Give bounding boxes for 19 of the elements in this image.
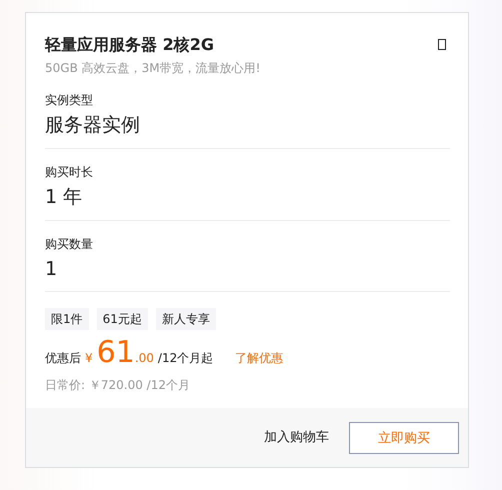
- field-label: 购买时长: [45, 164, 94, 181]
- regular-price: 日常价: ￥720.00 /12个月: [45, 377, 191, 394]
- promo-tag: 限1件: [45, 308, 89, 330]
- field-label: 购买数量: [45, 236, 94, 253]
- price-decimal: .00: [134, 350, 154, 368]
- square-icon[interactable]: [438, 39, 446, 50]
- field-label: 实例类型: [45, 92, 94, 110]
- field-value[interactable]: 1: [45, 256, 450, 282]
- product-title: 轻量应用服务器 2核2G: [45, 35, 214, 54]
- price-integer: 61: [96, 338, 135, 368]
- add-to-cart-button[interactable]: 加入购物车: [258, 426, 335, 448]
- product-subtitle: 50GB 高效云盘，3M带宽，流量放心用!: [45, 60, 262, 78]
- price-period: /12个月起: [158, 350, 214, 368]
- price-label: 优惠后: [45, 350, 81, 368]
- field-value[interactable]: 服务器实例: [45, 113, 450, 138]
- promo-tag: 61元起: [96, 308, 148, 330]
- currency-sign: ¥: [85, 350, 93, 368]
- field-value[interactable]: 1 年: [45, 184, 450, 210]
- promo-tag: 新人专享: [156, 308, 216, 330]
